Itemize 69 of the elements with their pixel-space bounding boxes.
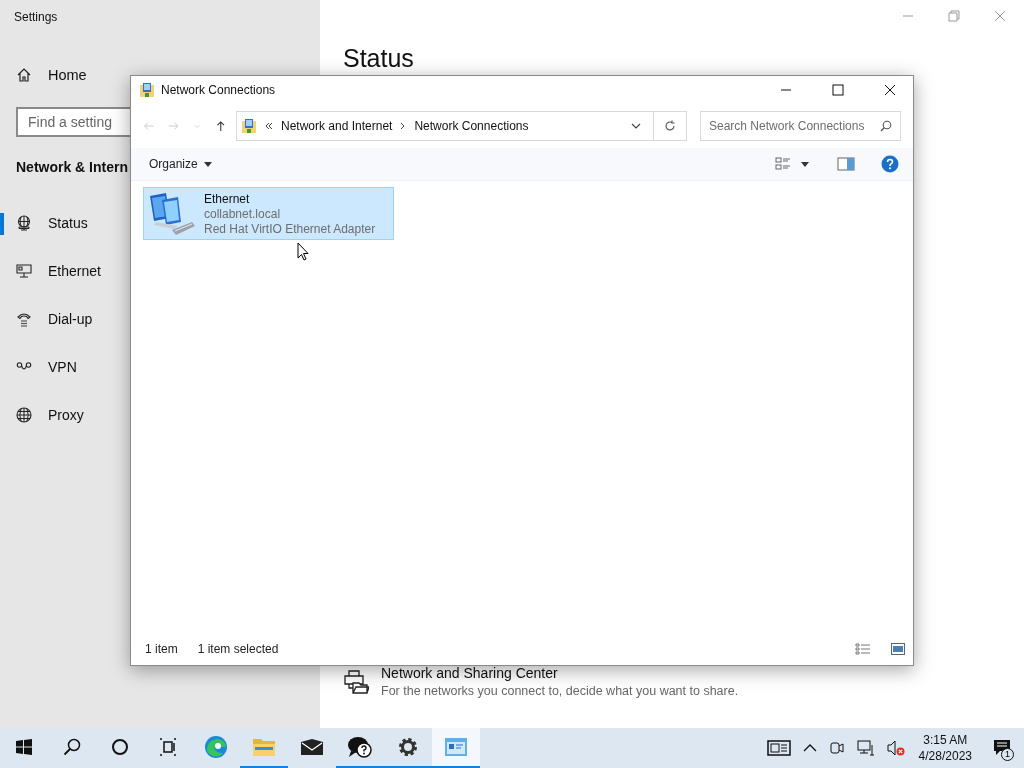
- printer-folder-icon: [343, 669, 369, 695]
- date-text: 4/28/2023: [918, 749, 972, 763]
- status-text: 1 item: [145, 642, 178, 656]
- view-options-icon[interactable]: [775, 157, 791, 171]
- sidebar-item[interactable]: VPN: [0, 355, 77, 379]
- dropdown-icon[interactable]: [631, 123, 641, 129]
- network-name: collabnet.local: [204, 206, 282, 221]
- edge-icon: [204, 735, 228, 759]
- link-description: For the networks you connect to, decide what you want to share.: [381, 684, 739, 698]
- maximize-icon: [832, 84, 844, 96]
- chevron-up-icon[interactable]: [802, 744, 817, 752]
- network-icon[interactable]: [856, 740, 875, 756]
- globe-icon: [16, 407, 32, 423]
- folder-icon: [252, 736, 276, 758]
- clock[interactable]: 3:15 AM 4/28/2023: [910, 728, 980, 768]
- section-heading: Network & Intern: [16, 159, 128, 175]
- feedback-icon: [347, 735, 373, 759]
- adapter-name: Red Hat VirtIO Ethernet Adapter: [204, 221, 376, 236]
- connection-item[interactable]: Ethernet collabnet.local Red Hat VirtIO Ethernet Adapter: [143, 187, 394, 240]
- circle-icon: [111, 738, 129, 756]
- refresh-icon: [664, 120, 676, 132]
- home-icon: [16, 67, 32, 83]
- details-view-icon[interactable]: [855, 643, 871, 655]
- notifications-button[interactable]: 1: [980, 728, 1024, 768]
- home-link[interactable]: Home: [0, 63, 87, 87]
- large-icons-view-icon[interactable]: [891, 643, 905, 655]
- phone-icon: [16, 311, 32, 327]
- search-field[interactable]: Search Network Connections: [700, 111, 901, 141]
- monitor-icon: [16, 263, 32, 279]
- sidebar-item[interactable]: Proxy: [0, 403, 84, 427]
- close-icon[interactable]: [994, 10, 1006, 22]
- double-chevron-icon: [265, 122, 273, 130]
- mail-icon: [300, 738, 324, 756]
- chevron-icon: [400, 122, 407, 130]
- camera-icon[interactable]: [828, 740, 845, 756]
- organize-menu[interactable]: Organize: [141, 153, 220, 175]
- mouse-pointer-icon: [297, 242, 309, 261]
- status-text: 1 item selected: [197, 642, 279, 656]
- sidebar-item[interactable]: Dial-up: [0, 307, 93, 331]
- time-text: 3:15 AM: [923, 733, 968, 747]
- preview-pane-icon[interactable]: [837, 157, 855, 171]
- breadcrumb[interactable]: Network and Internet: [281, 119, 393, 133]
- window-title: Settings: [14, 10, 58, 24]
- breadcrumb[interactable]: Network Connections: [414, 119, 529, 133]
- news-icon[interactable]: [766, 739, 791, 757]
- search-icon: [63, 738, 81, 756]
- sidebar-item[interactable]: Status: [0, 211, 88, 235]
- gear-icon: [397, 736, 419, 758]
- page-heading: Status: [343, 46, 414, 71]
- globe-monitor-icon: [16, 215, 32, 231]
- close-icon: [884, 84, 896, 96]
- network-folder-icon: [241, 118, 257, 134]
- windows-icon: [16, 739, 32, 755]
- caret-icon: [203, 161, 212, 167]
- help-icon[interactable]: [881, 155, 899, 173]
- up-arrow-icon[interactable]: [214, 119, 226, 133]
- caret-icon[interactable]: [801, 161, 809, 167]
- window-title: Network Connections: [161, 83, 276, 97]
- network-adapter-icon: [148, 191, 196, 236]
- sidebar-item[interactable]: Ethernet: [0, 259, 101, 283]
- network-folder-icon: [139, 82, 155, 98]
- link-title[interactable]: Network and Sharing Center: [381, 665, 739, 681]
- connection-name: Ethernet: [204, 191, 251, 206]
- volume-muted-icon[interactable]: [886, 740, 905, 756]
- task-view-icon: [159, 738, 177, 756]
- search-icon: [880, 120, 892, 132]
- notification-count: 1: [1001, 748, 1014, 761]
- address-bar[interactable]: Network and Internet Network Connections: [236, 111, 687, 141]
- network-window-icon: [444, 737, 468, 757]
